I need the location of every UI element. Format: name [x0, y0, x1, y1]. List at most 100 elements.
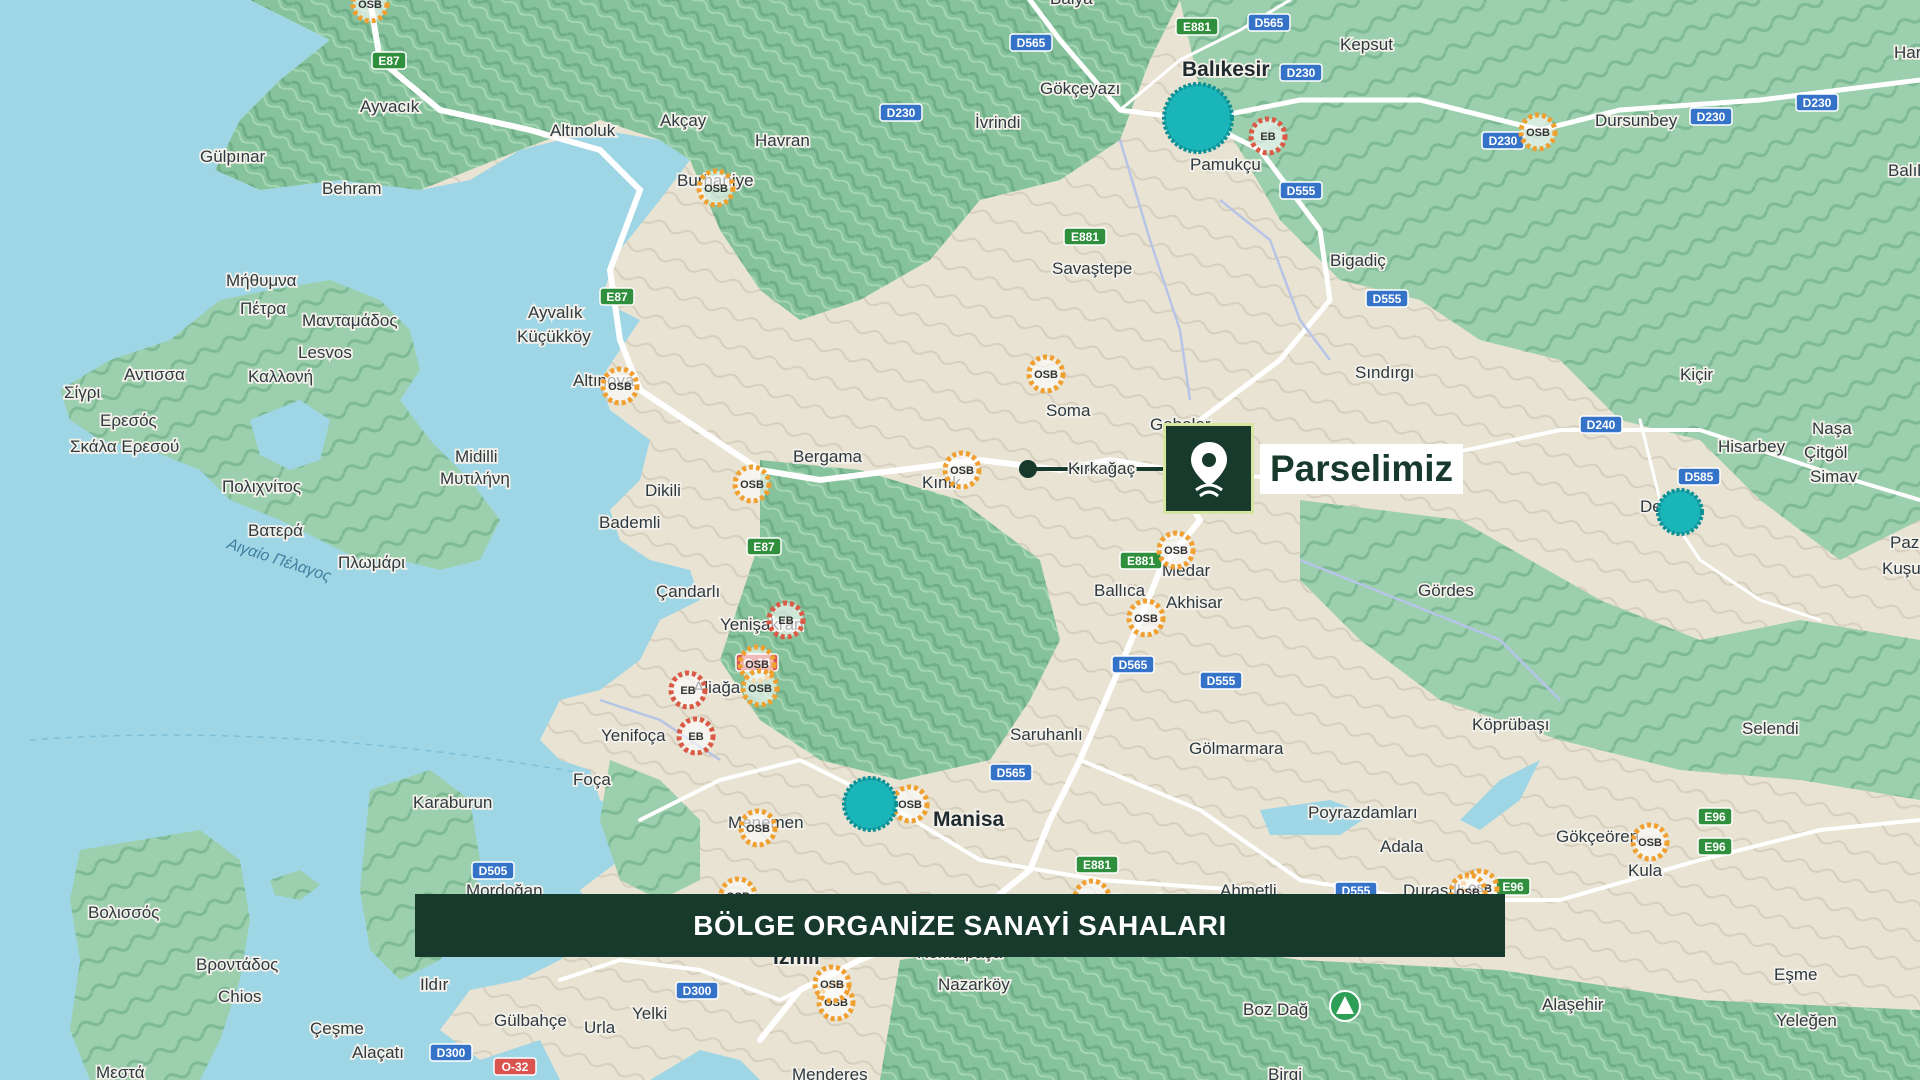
svg-text:EB: EB [680, 685, 695, 697]
road-shield: D230 [1481, 131, 1525, 150]
place-label: Ayvalık [528, 303, 583, 322]
osb-zone-icon[interactable]: OSB [1518, 112, 1558, 152]
road-shield: E96 [1495, 877, 1531, 896]
place-label: Βολισσός [88, 903, 159, 922]
place-label: İvrindi [975, 113, 1020, 132]
svg-text:OSB: OSB [950, 465, 974, 477]
svg-text:D585: D585 [1685, 470, 1714, 484]
svg-text:E87: E87 [378, 54, 400, 68]
road-shield: O-32 [493, 1057, 537, 1076]
place-label: Yeleğen [1776, 1011, 1837, 1030]
osb-zone-icon[interactable]: OSB [1126, 598, 1166, 638]
road-shield: E87 [371, 51, 407, 70]
place-label: Ayvacık [360, 97, 420, 116]
place-label: Karaburun [413, 793, 492, 812]
place-label: Dikili [645, 481, 681, 500]
place-label: Poyrazdamları [1308, 803, 1418, 822]
site-dot[interactable] [1019, 460, 1037, 478]
place-label: Kiçir [1680, 365, 1713, 384]
svg-text:OSB: OSB [608, 381, 632, 393]
osb-zone-icon[interactable]: OSB [812, 964, 852, 1004]
place-label: Selendi [1742, 719, 1799, 738]
place-label: Soma [1046, 401, 1091, 420]
place-label: Gülbahçe [494, 1011, 567, 1030]
osb-zone-icon[interactable]: OSB [942, 450, 982, 490]
svg-text:OSB: OSB [1526, 127, 1550, 139]
svg-text:OSB: OSB [358, 0, 382, 11]
place-label: Simav [1810, 467, 1858, 486]
osb-zone-icon[interactable]: OSB [1026, 354, 1066, 394]
zone-cluster-icon[interactable] [842, 776, 898, 832]
road-shield: D230 [1795, 93, 1839, 112]
road-shield: E881 [1075, 855, 1119, 874]
place-label: Foça [573, 770, 611, 789]
svg-text:D230: D230 [1697, 110, 1726, 124]
road-shield: D585 [1677, 467, 1721, 486]
road-shield: E881 [1175, 17, 1219, 36]
place-label: Βατερά [248, 521, 303, 540]
eb-zone-icon[interactable]: EB [766, 600, 806, 640]
svg-text:E87: E87 [606, 290, 628, 304]
eb-zone-icon[interactable]: EB [1248, 116, 1288, 156]
osb-zone-icon[interactable]: OSB [740, 668, 780, 708]
place-label: Köprübaşı [1472, 715, 1550, 734]
place-label: Çeşme [310, 1019, 364, 1038]
svg-text:D555: D555 [1373, 292, 1402, 306]
svg-text:D555: D555 [1207, 674, 1236, 688]
place-label: Akhisar [1166, 593, 1223, 612]
place-label: Bademli [599, 513, 660, 532]
place-label: Kuşu [1882, 559, 1920, 578]
zone-cluster-icon[interactable] [1162, 82, 1234, 154]
osb-zone-icon[interactable]: OSB [732, 464, 772, 504]
place-label: Balya [1050, 0, 1093, 8]
road-shield: D230 [879, 103, 923, 122]
place-label: Lesvos [298, 343, 352, 362]
zone-cluster-icon[interactable] [1656, 488, 1704, 536]
svg-text:OSB: OSB [746, 823, 770, 835]
eb-zone-icon[interactable]: EB [676, 716, 716, 756]
svg-text:D230: D230 [1489, 134, 1518, 148]
osb-zone-icon[interactable]: OSB [738, 808, 778, 848]
place-label: Nazarköy [938, 975, 1010, 994]
svg-text:D565: D565 [1119, 658, 1148, 672]
place-label: Alaşehir [1542, 995, 1604, 1014]
place-label: Dursunbey [1595, 111, 1678, 130]
place-label: Yenifoça [601, 726, 666, 745]
place-label: Küçükköy [517, 327, 591, 346]
svg-text:D230: D230 [887, 106, 916, 120]
svg-text:E881: E881 [1183, 20, 1211, 34]
road-shield: D555 [1279, 181, 1323, 200]
svg-text:D565: D565 [1255, 16, 1284, 30]
place-label: Πέτρα [240, 299, 286, 318]
site-marker[interactable] [1163, 423, 1254, 514]
svg-text:EB: EB [778, 615, 793, 627]
site-marker-label: Parselimiz [1260, 444, 1464, 494]
road-shield: D230 [1279, 63, 1323, 82]
osb-zone-icon[interactable]: OSB [1630, 822, 1670, 862]
osb-zone-icon[interactable]: OSB [600, 366, 640, 406]
place-label: Μήθυμνα [226, 271, 297, 290]
osb-zone-icon[interactable]: OSB [696, 168, 736, 208]
svg-text:D300: D300 [437, 1046, 466, 1060]
place-label: Gölmarmara [1189, 739, 1284, 758]
place-label: Kula [1628, 861, 1663, 880]
osb-zone-icon[interactable]: OSB [890, 784, 930, 824]
road-shield: D230 [1689, 107, 1733, 126]
svg-text:D300: D300 [683, 984, 712, 998]
eb-zone-icon[interactable]: EB [668, 670, 708, 710]
mountain-peak-icon [1329, 990, 1361, 1022]
place-label: Gökçeyazı [1040, 79, 1120, 98]
place-label: Ballıca [1094, 581, 1146, 600]
place-label: Çandarlı [656, 582, 720, 601]
place-label: Birgi [1268, 1065, 1302, 1080]
osb-zone-icon[interactable]: OSB [350, 0, 390, 24]
place-label: Behram [322, 179, 382, 198]
svg-text:D565: D565 [1017, 36, 1046, 50]
road-shield: D565 [1009, 33, 1053, 52]
osb-zone-icon[interactable]: OSB [1156, 530, 1196, 570]
place-label: Alaçatı [352, 1043, 404, 1062]
svg-text:E881: E881 [1127, 554, 1155, 568]
place-label: Urla [584, 1018, 616, 1037]
road-shield: D300 [675, 981, 719, 1000]
road-shield: D505 [471, 861, 515, 880]
